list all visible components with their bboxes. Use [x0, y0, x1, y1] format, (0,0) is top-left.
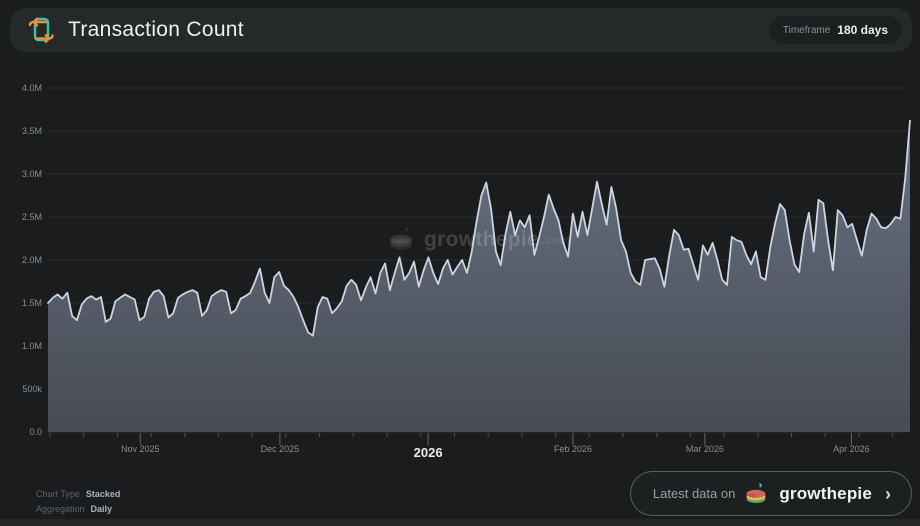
area-chart[interactable]: 4.0M 3.5M 3.0M 2.5M 2.0M 1.5M 1.0M 500k 0.0 Nov 2… [0, 0, 920, 526]
chart-type-row: Chart Type Stacked [36, 487, 120, 502]
latest-data-button[interactable]: Latest data on growthepie › [630, 471, 912, 516]
aggregation-row: Aggregation Daily [36, 502, 120, 517]
cta-brand: growthepie [779, 484, 872, 504]
growthepie-logo-icon [744, 482, 770, 506]
chart-type-value: Stacked [86, 487, 121, 502]
svg-text:2026: 2026 [414, 445, 443, 460]
svg-text:Nov 2025: Nov 2025 [121, 444, 160, 454]
svg-text:Dec 2025: Dec 2025 [261, 444, 300, 454]
svg-text:500k: 500k [22, 384, 42, 394]
chart-settings: Chart Type Stacked Aggregation Daily [36, 487, 120, 517]
svg-text:Mar 2026: Mar 2026 [686, 444, 724, 454]
aggregation-value: Daily [91, 502, 113, 517]
svg-text:Feb 2026: Feb 2026 [554, 444, 592, 454]
timeframe-selector[interactable]: Timeframe 180 days [769, 16, 902, 44]
transaction-count-icon [26, 14, 56, 46]
svg-text:2.5M: 2.5M [22, 212, 42, 222]
svg-text:2.0M: 2.0M [22, 255, 42, 265]
svg-text:0.0: 0.0 [29, 427, 42, 437]
chart-header: Transaction Count Timeframe 180 days [10, 8, 912, 52]
page-title: Transaction Count [68, 18, 244, 42]
transaction-count-page: 4.0M 3.5M 3.0M 2.5M 2.0M 1.5M 1.0M 500k 0.0 Nov 2… [0, 0, 920, 526]
bottom-bar [0, 519, 920, 526]
svg-text:4.0M: 4.0M [22, 83, 42, 93]
svg-text:3.5M: 3.5M [22, 126, 42, 136]
cta-prefix: Latest data on [653, 486, 735, 501]
timeframe-value: 180 days [837, 23, 888, 37]
chart-type-label: Chart Type [36, 487, 80, 502]
svg-text:1.0M: 1.0M [22, 341, 42, 351]
svg-text:1.5M: 1.5M [22, 298, 42, 308]
aggregation-label: Aggregation [36, 502, 85, 517]
svg-text:3.0M: 3.0M [22, 169, 42, 179]
timeframe-label: Timeframe [783, 25, 830, 36]
chevron-right-icon: › [885, 485, 891, 503]
svg-text:Apr 2026: Apr 2026 [833, 444, 870, 454]
